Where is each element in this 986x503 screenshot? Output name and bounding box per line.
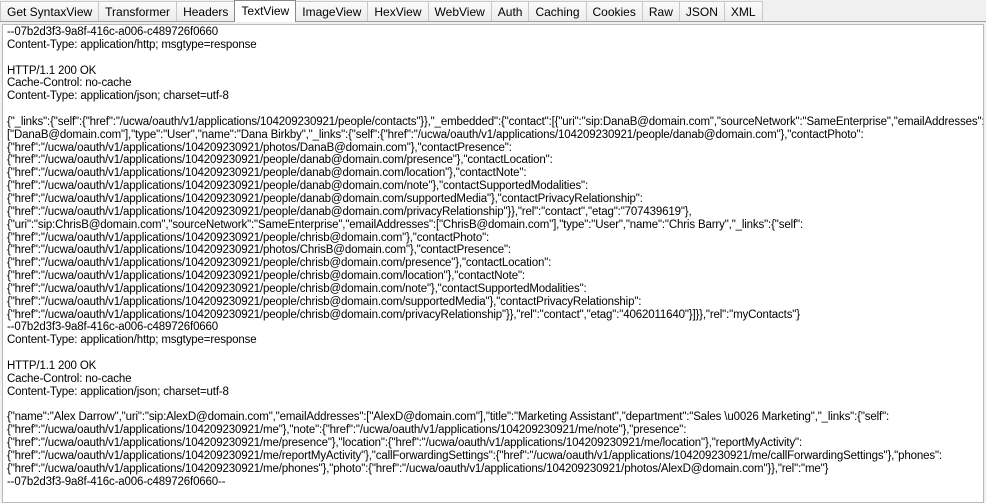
text-line [7, 398, 983, 411]
text-line: {"href":"/ucwa/oauth/v1/applications/104… [7, 192, 643, 205]
tab-imageview[interactable]: ImageView [295, 1, 369, 21]
text-line: {"href":"/ucwa/oauth/v1/applications/104… [7, 308, 800, 321]
text-line [7, 347, 983, 360]
tab-textview[interactable]: TextView [234, 0, 297, 22]
text-line: Content-Type: application/json; charset=… [7, 90, 229, 103]
text-line: {"uri":"sip:ChrisB@domain.com","sourceNe… [7, 218, 803, 231]
text-line: {"href":"/ucwa/oauth/v1/applications/104… [7, 424, 687, 437]
tab-xml[interactable]: XML [723, 1, 763, 21]
text-line: {"href":"/ucwa/oauth/v1/applications/104… [7, 295, 642, 308]
text-line: Content-Type: application/http; msgtype=… [7, 334, 257, 347]
tab-json[interactable]: JSON [678, 1, 725, 21]
tab-get-syntaxview[interactable]: Get SyntaxView [0, 1, 100, 21]
text-line [7, 52, 983, 65]
text-line: {"href":"/ucwa/oauth/v1/applications/104… [7, 462, 829, 475]
text-line: {"href":"/ucwa/oauth/v1/applications/104… [7, 205, 692, 218]
tab-auth[interactable]: Auth [490, 1, 530, 21]
text-line: {"name":"Alex Darrow","uri":"sip:AlexD@d… [7, 411, 890, 424]
response-body-text: --07b2d3f3-9a8f-416c-a006-c489726f0660 C… [3, 25, 983, 501]
tab-webview[interactable]: WebView [427, 1, 492, 21]
tab-hexview[interactable]: HexView [367, 1, 429, 21]
text-line: --07b2d3f3-9a8f-416c-a006-c489726f0660-- [7, 475, 226, 488]
text-line: HTTP/1.1 200 OK [7, 359, 97, 372]
text-line: {"href":"/ucwa/oauth/v1/applications/104… [7, 167, 527, 180]
text-line: Content-Type: application/json; charset=… [7, 385, 229, 398]
tab-cookies[interactable]: Cookies [585, 1, 643, 21]
text-line: --07b2d3f3-9a8f-416c-a006-c489726f0660 [7, 321, 219, 334]
text-line: ["DanaB@domain.com"],"type":"User","name… [7, 128, 864, 141]
text-line: {"_links":{"self":{"href":"/ucwa/oauth/v… [7, 115, 984, 128]
text-line: {"href":"/ucwa/oauth/v1/applications/104… [7, 437, 803, 449]
text-line: {"href":"/ucwa/oauth/v1/applications/104… [7, 282, 587, 295]
text-line [7, 488, 983, 501]
text-line: Cache-Control: no-cache [7, 77, 132, 90]
text-line: {"href":"/ucwa/oauth/v1/applications/104… [7, 449, 942, 462]
text-line: Content-Type: application/http; msgtype=… [7, 38, 257, 51]
text-line: HTTP/1.1 200 OK [7, 64, 97, 77]
inspector-panel: Get SyntaxView Transformer Headers TextV… [0, 0, 986, 503]
text-line: {"href":"/ucwa/oauth/v1/applications/104… [7, 154, 553, 167]
text-line: {"href":"/ucwa/oauth/v1/applications/104… [7, 244, 511, 257]
text-line: {"href":"/ucwa/oauth/v1/applications/104… [7, 270, 525, 283]
tab-caching[interactable]: Caching [528, 1, 587, 21]
text-line: {"href":"/ucwa/oauth/v1/applications/104… [7, 180, 589, 193]
inspector-tabbar: Get SyntaxView Transformer Headers TextV… [0, 0, 986, 22]
text-line: Cache-Control: no-cache [7, 372, 132, 385]
textview-textarea[interactable]: --07b2d3f3-9a8f-416c-a006-c489726f0660 C… [2, 24, 984, 503]
text-line: --07b2d3f3-9a8f-416c-a006-c489726f0660 [7, 26, 219, 38]
text-line [7, 103, 983, 116]
text-line: {"href":"/ucwa/oauth/v1/applications/104… [7, 231, 490, 244]
text-line: {"href":"/ucwa/oauth/v1/applications/104… [7, 141, 512, 154]
text-line: {"href":"/ucwa/oauth/v1/applications/104… [7, 257, 552, 270]
tab-raw[interactable]: Raw [641, 1, 680, 21]
tab-transformer[interactable]: Transformer [98, 1, 178, 21]
tab-headers[interactable]: Headers [176, 1, 236, 21]
